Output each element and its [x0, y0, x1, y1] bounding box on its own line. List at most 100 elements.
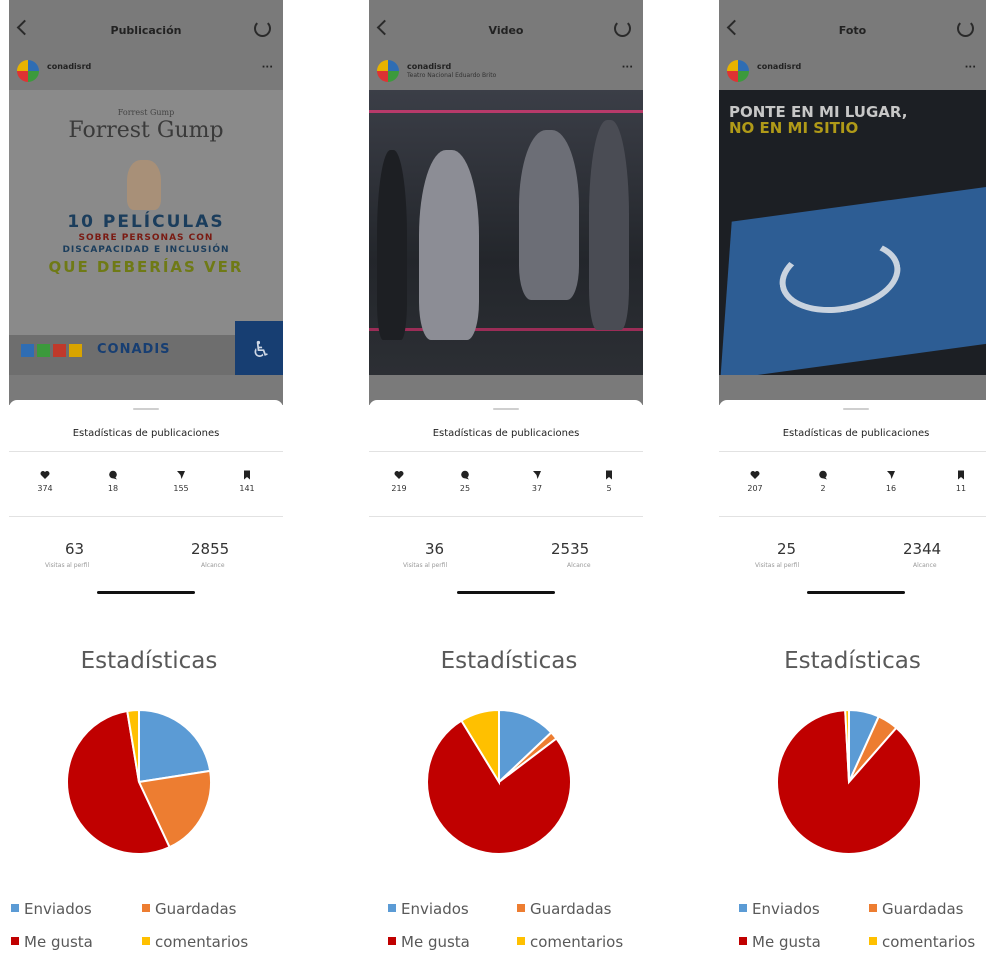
pie-slice-enviados — [138, 708, 212, 784]
comment-icon — [445, 470, 485, 482]
top-bar: Video — [369, 0, 643, 60]
poster-headline-1: 10 PELÍCULAS — [67, 212, 225, 232]
send-icon — [871, 470, 911, 482]
logo-square — [21, 344, 34, 357]
username[interactable]: conadisrd — [407, 62, 451, 71]
avatar[interactable] — [17, 60, 39, 82]
bookmark-icon — [589, 470, 629, 482]
likes-count: 219 — [391, 484, 407, 493]
legend-me-gusta: Me gusta — [11, 933, 93, 951]
dancer-figure — [377, 150, 407, 340]
more-options-icon[interactable]: ··· — [965, 62, 976, 73]
legend-swatch — [11, 904, 19, 912]
legend-swatch — [388, 904, 396, 912]
divider — [9, 516, 283, 517]
top-bar: Publicación — [9, 0, 283, 60]
dancer-figure — [519, 130, 579, 300]
location-label[interactable]: Teatro Nacional Eduardo Brito — [407, 72, 496, 79]
more-options-icon[interactable]: ··· — [262, 62, 273, 73]
legend-swatch — [11, 937, 19, 945]
post-header: conadisrd ··· — [727, 58, 978, 86]
post-video[interactable] — [369, 90, 643, 375]
profile-visits-label: Visitas al perfil — [45, 562, 90, 569]
refresh-icon[interactable] — [957, 20, 974, 37]
sheet-handle[interactable] — [843, 408, 869, 410]
dancer-figure — [419, 150, 479, 340]
legend-comentarios: comentarios — [517, 933, 623, 951]
shares-count: 155 — [173, 484, 189, 493]
bookmark-icon — [941, 470, 981, 482]
legend-label: Guardadas — [882, 900, 964, 918]
legend-swatch — [517, 937, 525, 945]
post-header: conadisrd ··· — [17, 58, 275, 86]
sheet-handle[interactable] — [133, 408, 159, 410]
legend-enviados: Enviados — [739, 900, 820, 918]
legend-guardadas: Guardadas — [142, 900, 236, 918]
comment-icon — [803, 470, 843, 482]
screen-title: Foto — [838, 24, 867, 37]
refresh-icon[interactable] — [254, 20, 271, 37]
poster-headline-2: SOBRE PERSONAS CON — [78, 233, 214, 243]
saves-metric: 141 — [227, 470, 267, 493]
legend-label: Guardadas — [530, 900, 612, 918]
likes-metric: 374 — [25, 470, 65, 493]
legend-label: Me gusta — [401, 933, 470, 951]
comments-count: 2 — [820, 484, 826, 493]
stats-sheet: Estadísticas de publicaciones 219 25 37 … — [369, 400, 643, 598]
divider — [9, 451, 283, 452]
phone-screen: Publicación conadisrd ··· Forrest Gump F… — [9, 0, 283, 598]
saves-metric: 11 — [941, 470, 981, 493]
post-image: Forrest Gump Forrest Gump 10 PELÍCULAS S… — [9, 90, 283, 375]
logo-square — [69, 344, 82, 357]
avatar[interactable] — [377, 60, 399, 82]
profile-visits-value: 63 — [65, 540, 85, 558]
poster-movie-title: Forrest Gump — [68, 118, 224, 143]
heart-icon — [379, 470, 419, 482]
sheet-handle[interactable] — [493, 408, 519, 410]
likes-metric: 207 — [735, 470, 775, 493]
home-indicator — [457, 591, 555, 594]
legend-label: Me gusta — [752, 933, 821, 951]
pie-chart-publicacion: Estadísticas Enviados Guardadas Me gusta… — [9, 630, 289, 957]
legend-label: Enviados — [401, 900, 469, 918]
divider — [369, 516, 643, 517]
post-header: conadisrd Teatro Nacional Eduardo Brito … — [377, 58, 635, 86]
likes-count: 207 — [747, 484, 763, 493]
legend-swatch — [517, 904, 525, 912]
pie-svg — [776, 708, 922, 855]
sheet-title: Estadísticas de publicaciones — [782, 428, 930, 439]
legend-label: comentarios — [530, 933, 624, 951]
poster-headline-3: DISCAPACIDAD E INCLUSIÓN — [62, 245, 230, 255]
chart-title: Estadísticas — [80, 648, 218, 674]
legend-label: Enviados — [752, 900, 820, 918]
home-indicator — [97, 591, 195, 594]
legend-label: Enviados — [24, 900, 92, 918]
phone-screen: Foto conadisrd ··· PONTE EN MI LUGAR, NO… — [719, 0, 986, 598]
avatar[interactable] — [727, 60, 749, 82]
reach-label: Alcance — [201, 562, 225, 569]
legend-swatch — [869, 904, 877, 912]
heart-icon — [735, 470, 775, 482]
reach-label: Alcance — [567, 562, 591, 569]
profile-visits-label: Visitas al perfil — [755, 562, 800, 569]
pie-chart-video: Estadísticas Enviados Guardadas Me gusta… — [369, 630, 649, 957]
username[interactable]: conadisrd — [757, 62, 801, 71]
legend-swatch — [739, 937, 747, 945]
legend-label: Guardadas — [155, 900, 237, 918]
shares-metric: 37 — [517, 470, 557, 493]
shares-count: 16 — [885, 484, 897, 493]
bookmark-icon — [227, 470, 267, 482]
refresh-icon[interactable] — [614, 20, 631, 37]
saves-metric: 5 — [589, 470, 629, 493]
screen-title: Video — [488, 24, 524, 37]
legend-swatch — [869, 937, 877, 945]
legend-comentarios: comentarios — [869, 933, 975, 951]
chart-title: Estadísticas — [784, 648, 921, 674]
legend-guardadas: Guardadas — [869, 900, 963, 918]
poster-figure — [127, 160, 161, 210]
wheelchair-icon: ♿ — [251, 338, 271, 363]
more-options-icon[interactable]: ··· — [622, 62, 633, 73]
send-icon — [517, 470, 557, 482]
username[interactable]: conadisrd — [47, 62, 91, 71]
logo-square — [37, 344, 50, 357]
